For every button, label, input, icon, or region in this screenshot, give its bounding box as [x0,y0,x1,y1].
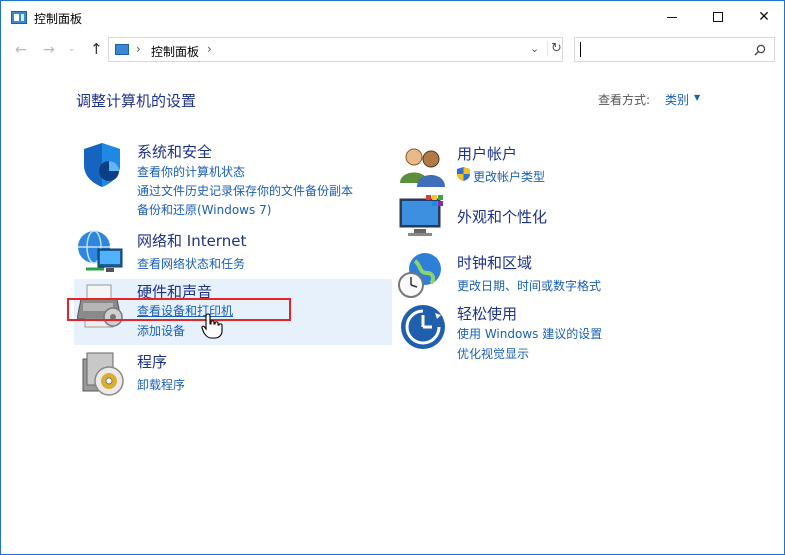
category-title-ease-of-access[interactable]: 轻松使用 [457,303,517,324]
link-uninstall-program[interactable]: 卸载程序 [137,376,185,393]
breadcrumb-separator-icon[interactable]: › [207,42,212,56]
appearance-monitor-icon[interactable] [398,193,446,241]
address-bar[interactable]: › 控制面板 › ⌄ ↻ [108,37,563,62]
minimize-icon [667,16,677,18]
minimize-button[interactable] [649,1,695,33]
refresh-icon[interactable]: ↻ [547,41,562,56]
close-icon: ✕ [758,9,770,25]
recent-locations-chevron-icon[interactable]: ⌄ [68,44,76,54]
programs-disc-icon[interactable] [79,349,127,397]
link-change-account-type[interactable]: 更改帐户类型 [473,168,545,185]
search-input[interactable] [574,37,775,62]
ease-of-access-icon[interactable] [399,303,447,351]
link-change-date-time-format[interactable]: 更改日期、时间或数字格式 [457,277,601,294]
forward-arrow-icon[interactable]: → [43,42,55,58]
back-arrow-icon[interactable]: ← [15,42,27,58]
window-title: 控制面板 [34,12,83,26]
category-title-network-internet[interactable]: 网络和 Internet [137,230,246,251]
uac-shield-icon [457,167,470,181]
category-title-clock-region[interactable]: 时钟和区域 [457,252,532,273]
category-title-user-accounts[interactable]: 用户帐户 [457,143,517,164]
title-bar[interactable]: 控制面板 ✕ [1,1,784,33]
control-panel-icon [11,11,27,24]
control-panel-small-icon [115,44,129,55]
maximize-icon [713,12,723,22]
view-by-chevron-icon[interactable]: ▼ [694,93,700,102]
link-optimize-visual-display[interactable]: 优化视觉显示 [457,345,529,362]
link-windows-recommended-settings[interactable]: 使用 Windows 建议的设置 [457,325,602,342]
text-caret [580,42,581,57]
category-title-system-security[interactable]: 系统和安全 [137,141,212,162]
user-accounts-icon[interactable] [398,141,446,189]
link-backup-restore-win7[interactable]: 备份和还原(Windows 7) [137,201,271,218]
network-globe-icon[interactable] [76,227,124,275]
breadcrumb-separator-icon[interactable]: › [136,42,141,56]
maximize-button[interactable] [695,1,741,33]
view-by-label: 查看方式: [598,93,651,107]
search-icon[interactable] [754,44,766,56]
navigation-bar: ← → ⌄ ↑ › 控制面板 › ⌄ ↻ [1,34,784,66]
page-heading: 调整计算机的设置 [76,92,197,110]
link-view-computer-status[interactable]: 查看你的计算机状态 [137,163,245,180]
category-title-programs[interactable]: 程序 [137,351,167,372]
annotation-highlight-box [67,298,291,321]
clock-globe-icon[interactable] [397,251,445,299]
link-file-history-backup[interactable]: 通过文件历史记录保存你的文件备份副本 [137,182,353,199]
view-by-dropdown[interactable]: 类别 [665,91,689,108]
link-add-device[interactable]: 添加设备 [137,322,185,339]
shield-icon[interactable] [78,141,126,189]
link-network-status-tasks[interactable]: 查看网络状态和任务 [137,255,245,272]
control-panel-window: 控制面板 ✕ ← → ⌄ ↑ › 控制面板 › ⌄ ↻ 调整计算机的设置 查看方… [0,0,785,555]
close-button[interactable]: ✕ [741,1,785,33]
breadcrumb-control-panel[interactable]: 控制面板 [151,43,199,60]
category-title-appearance[interactable]: 外观和个性化 [457,206,547,227]
up-arrow-icon[interactable]: ↑ [90,40,103,58]
address-dropdown-chevron-icon[interactable]: ⌄ [530,42,539,55]
hand-pointer-cursor-icon [201,313,223,339]
